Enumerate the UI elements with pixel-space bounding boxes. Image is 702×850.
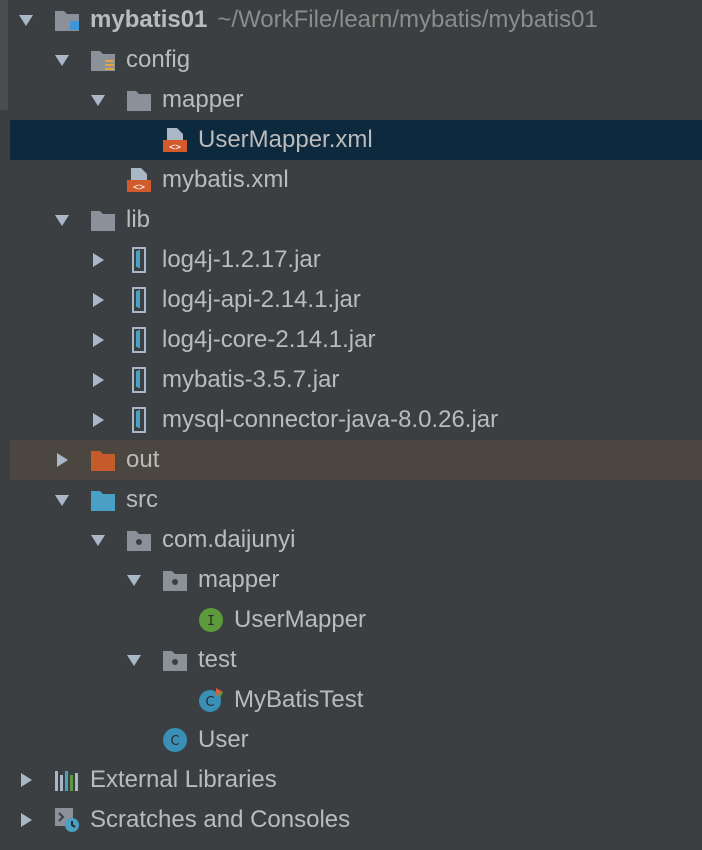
collapse-arrow-icon[interactable] (90, 332, 106, 348)
test-package-label: test (198, 646, 237, 673)
expand-arrow-icon[interactable] (54, 492, 70, 508)
collapse-arrow-icon[interactable] (90, 412, 106, 428)
collapse-arrow-icon[interactable] (90, 252, 106, 268)
collapse-arrow-icon[interactable] (90, 372, 106, 388)
libraries-icon (54, 767, 80, 793)
tree-row-jar[interactable]: log4j-1.2.17.jar (0, 240, 702, 280)
jar-icon (126, 327, 152, 353)
tree-row-jar[interactable]: mybatis-3.5.7.jar (0, 360, 702, 400)
jar-icon (126, 407, 152, 433)
tree-row-out[interactable]: out (10, 440, 702, 480)
svg-text:C: C (205, 695, 214, 710)
jar-icon (126, 247, 152, 273)
expand-arrow-icon[interactable] (18, 12, 34, 28)
svg-text:C: C (170, 734, 179, 749)
tree-row-mybatis-xml[interactable]: <> mybatis.xml (0, 160, 702, 200)
folder-icon (90, 207, 116, 233)
svg-text:<>: <> (169, 142, 181, 153)
tree-row-user-mapper[interactable]: I UserMapper (0, 600, 702, 640)
out-label: out (126, 446, 160, 473)
mybatis-xml-label: mybatis.xml (162, 166, 289, 193)
user-mapper-label: UserMapper (234, 606, 367, 633)
resources-folder-icon (90, 47, 116, 73)
jar-label: mybatis-3.5.7.jar (162, 366, 340, 393)
expand-arrow-icon[interactable] (54, 212, 70, 228)
tree-row-package[interactable]: com.daijunyi (0, 520, 702, 560)
tree-row-mapper-folder[interactable]: mapper (0, 80, 702, 120)
project-path: ~/WorkFile/learn/mybatis/mybatis01 (217, 6, 598, 33)
project-name: mybatis01 (90, 6, 208, 33)
excluded-folder-icon (90, 447, 116, 473)
lib-label: lib (126, 206, 151, 233)
mybatis-test-label: MyBatisTest (234, 686, 364, 713)
package-icon (126, 527, 152, 553)
jar-label: log4j-core-2.14.1.jar (162, 326, 376, 353)
package-icon (162, 567, 188, 593)
jar-label: log4j-api-2.14.1.jar (162, 286, 361, 313)
tree-row-jar[interactable]: log4j-api-2.14.1.jar (0, 280, 702, 320)
module-folder-icon (54, 7, 80, 33)
jar-icon (126, 367, 152, 393)
test-class-icon: C (198, 687, 224, 713)
package-icon (162, 647, 188, 673)
tree-row-config[interactable]: config (0, 40, 702, 80)
expand-arrow-icon[interactable] (90, 92, 106, 108)
xml-file-icon: <> (162, 127, 188, 153)
mapper-folder-label: mapper (162, 86, 244, 113)
tree-row-scratches[interactable]: Scratches and Consoles (0, 800, 702, 840)
expand-arrow-icon[interactable] (126, 572, 142, 588)
tree-row-project-root[interactable]: mybatis01 ~/WorkFile/learn/mybatis/mybat… (0, 0, 702, 40)
package-label: com.daijunyi (162, 526, 296, 553)
source-folder-icon (90, 487, 116, 513)
jar-label: log4j-1.2.17.jar (162, 246, 321, 273)
svg-text:<>: <> (133, 182, 145, 193)
collapse-arrow-icon[interactable] (54, 452, 70, 468)
expand-arrow-icon[interactable] (90, 532, 106, 548)
config-label: config (126, 46, 191, 73)
tree-row-mapper-package[interactable]: mapper (0, 560, 702, 600)
tree-row-user-mapper-xml[interactable]: <> UserMapper.xml (10, 120, 702, 160)
scratches-label: Scratches and Consoles (90, 806, 351, 833)
jar-icon (126, 287, 152, 313)
interface-icon: I (198, 607, 224, 633)
jar-label: mysql-connector-java-8.0.26.jar (162, 406, 499, 433)
user-mapper-xml-label: UserMapper.xml (198, 126, 373, 153)
tree-row-jar[interactable]: log4j-core-2.14.1.jar (0, 320, 702, 360)
tree-row-src[interactable]: src (0, 480, 702, 520)
mapper-package-label: mapper (198, 566, 280, 593)
class-icon: C (162, 727, 188, 753)
tree-row-jar[interactable]: mysql-connector-java-8.0.26.jar (0, 400, 702, 440)
tree-row-user[interactable]: C User (0, 720, 702, 760)
tree-row-test-package[interactable]: test (0, 640, 702, 680)
scratches-icon (54, 807, 80, 833)
svg-text:I: I (207, 614, 215, 629)
tree-row-mybatis-test[interactable]: C MyBatisTest (0, 680, 702, 720)
xml-file-icon: <> (126, 167, 152, 193)
tree-row-lib[interactable]: lib (0, 200, 702, 240)
expand-arrow-icon[interactable] (126, 652, 142, 668)
external-libraries-label: External Libraries (90, 766, 277, 793)
src-label: src (126, 486, 158, 513)
expand-arrow-icon[interactable] (54, 52, 70, 68)
collapse-arrow-icon[interactable] (90, 292, 106, 308)
collapse-arrow-icon[interactable] (18, 772, 34, 788)
tree-row-external-libraries[interactable]: External Libraries (0, 760, 702, 800)
project-tree: mybatis01 ~/WorkFile/learn/mybatis/mybat… (0, 0, 702, 840)
user-label: User (198, 726, 249, 753)
folder-icon (126, 87, 152, 113)
collapse-arrow-icon[interactable] (18, 812, 34, 828)
